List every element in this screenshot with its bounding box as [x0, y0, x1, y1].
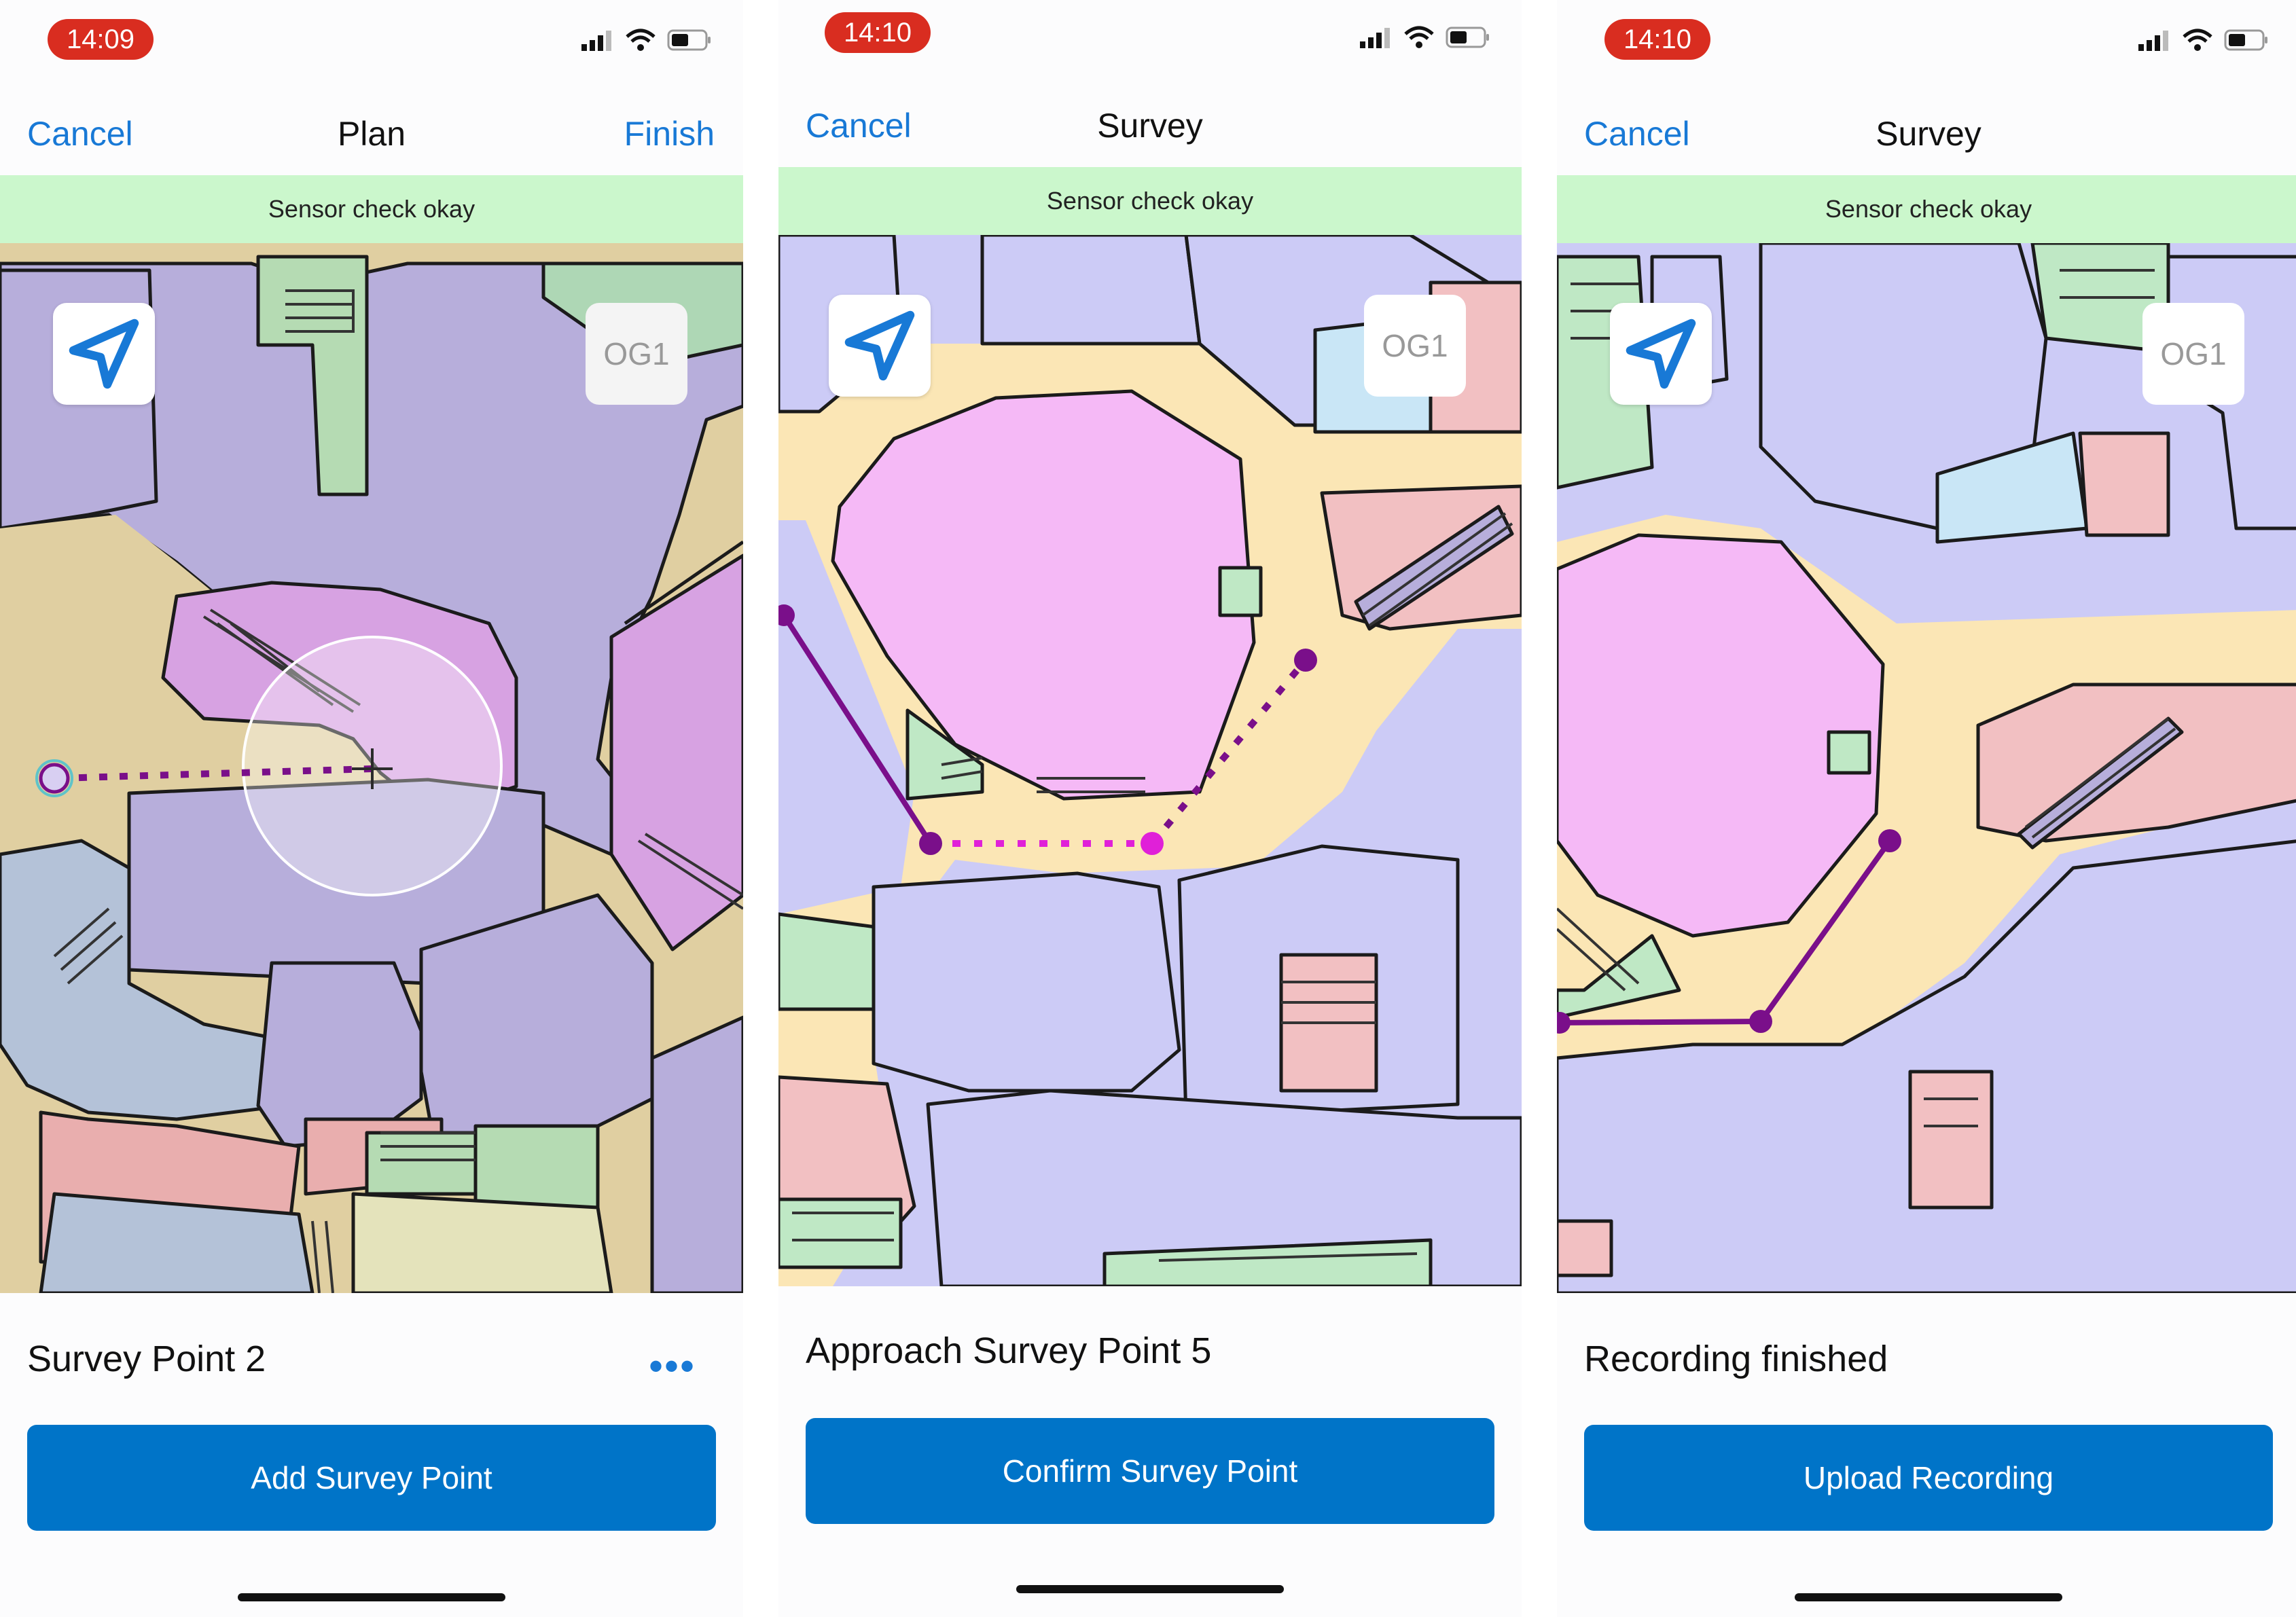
- battery-icon: [2224, 29, 2267, 51]
- navigation-bar: Cancel Survey: [1557, 102, 2296, 163]
- location-arrow-icon: [69, 319, 139, 389]
- locate-me-button[interactable]: [53, 303, 155, 405]
- indoor-map[interactable]: OG1: [778, 235, 1522, 1286]
- page-title: Survey: [1876, 115, 1981, 153]
- locate-me-button[interactable]: [829, 295, 931, 397]
- home-indicator: [238, 1593, 505, 1601]
- signal-icon: [2138, 31, 2168, 51]
- floor-selector-button[interactable]: OG1: [1364, 295, 1466, 397]
- more-options-button[interactable]: •••: [649, 1346, 696, 1387]
- upload-recording-button[interactable]: Upload Recording: [1584, 1425, 2273, 1531]
- page-title: Survey: [1097, 107, 1203, 145]
- status-time: 14:09: [48, 19, 154, 60]
- sensor-status-banner: Sensor check okay: [1557, 175, 2296, 243]
- wifi-icon: [626, 29, 656, 51]
- wifi-icon: [2183, 29, 2212, 51]
- location-arrow-icon: [1626, 319, 1696, 389]
- survey-screen: 14:10 Cancel Survey Sensor check okay OG…: [778, 0, 1522, 1617]
- battery-icon: [1446, 26, 1489, 48]
- confirm-survey-point-button[interactable]: Confirm Survey Point: [806, 1418, 1494, 1524]
- status-icons: [2138, 29, 2269, 52]
- survey-status-label: Approach Survey Point 5: [806, 1330, 1212, 1371]
- floor-selector-button[interactable]: OG1: [2142, 303, 2244, 405]
- indoor-map[interactable]: OG1: [1557, 243, 2296, 1293]
- navigation-bar: Cancel Survey: [778, 94, 1522, 155]
- survey-status-label: Recording finished: [1584, 1339, 1888, 1379]
- signal-icon: [1360, 28, 1390, 48]
- status-time: 14:10: [825, 12, 931, 53]
- finish-button[interactable]: Finish: [624, 114, 715, 153]
- sensor-status-banner: Sensor check okay: [0, 175, 743, 243]
- home-indicator: [1016, 1585, 1284, 1593]
- survey-status-label: Survey Point 2: [27, 1339, 266, 1379]
- recording-finished-screen: 14:10 Cancel Survey Sensor check okay OG…: [1557, 0, 2296, 1617]
- navigation-bar: Cancel Plan Finish: [0, 102, 743, 163]
- indoor-map[interactable]: OG1: [0, 243, 743, 1293]
- screenshot-triptych: 14:09 Cancel Plan Finish Sensor check ok…: [0, 0, 2296, 1617]
- status-icons: [1360, 26, 1490, 49]
- signal-icon: [581, 31, 611, 51]
- location-arrow-icon: [844, 310, 915, 381]
- status-time: 14:10: [1604, 19, 1710, 60]
- locate-me-button[interactable]: [1610, 303, 1712, 405]
- sensor-status-banner: Sensor check okay: [778, 167, 1522, 235]
- wifi-icon: [1404, 26, 1434, 48]
- home-indicator: [1795, 1593, 2062, 1601]
- plan-screen: 14:09 Cancel Plan Finish Sensor check ok…: [0, 0, 743, 1617]
- floor-selector-button[interactable]: OG1: [586, 303, 687, 405]
- status-icons: [581, 29, 712, 52]
- add-survey-point-button[interactable]: Add Survey Point: [27, 1425, 716, 1531]
- battery-icon: [667, 29, 711, 51]
